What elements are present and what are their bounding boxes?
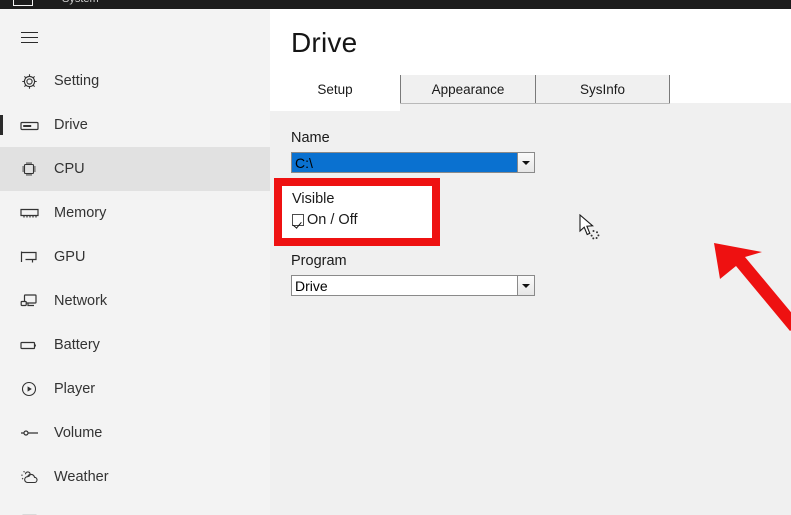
tab-sysinfo[interactable]: SysInfo <box>536 75 670 103</box>
chevron-down-glyph <box>522 160 530 165</box>
program-icon <box>10 502 48 515</box>
cpu-icon <box>10 150 48 188</box>
chevron-down-glyph <box>522 283 530 288</box>
chevron-down-icon[interactable] <box>517 153 534 172</box>
visible-label: Visible <box>292 191 335 207</box>
sidebar-item-cpu[interactable]: CPU <box>0 147 270 191</box>
sidebar-item-label: GPU <box>54 249 86 265</box>
sidebar-item-gpu[interactable]: GPU <box>0 235 270 279</box>
busy-cursor-icon <box>579 214 600 240</box>
sidebar-item-player[interactable]: Player <box>0 367 270 411</box>
sidebar-item-memory[interactable]: Memory <box>0 191 270 235</box>
hamburger-bars <box>20 31 38 43</box>
visible-checkbox-label: On / Off <box>307 212 358 228</box>
hamburger-icon[interactable] <box>8 18 50 56</box>
sidebar-item-drive[interactable]: Drive <box>0 103 270 147</box>
visible-checkbox[interactable] <box>292 214 304 226</box>
tab-strip: Setup Appearance SysInfo <box>270 75 670 103</box>
program-combobox[interactable]: Drive <box>291 275 535 296</box>
main-content: Drive Setup Appearance SysInfo Name C:\ … <box>270 9 791 515</box>
drive-icon <box>10 106 48 144</box>
sidebar-item-label: Volume <box>54 425 103 441</box>
tab-active-connector <box>270 102 400 111</box>
memory-icon <box>10 194 48 232</box>
sidebar-item-label: Player <box>54 381 96 397</box>
window-title: System <box>62 0 99 5</box>
sidebar-item-label: Battery <box>54 337 100 353</box>
sidebar-item-label: Network <box>54 293 108 309</box>
sidebar-item-setting[interactable]: Setting <box>0 59 270 103</box>
sidebar-item-label: Setting <box>54 73 100 89</box>
selection-indicator <box>0 115 3 135</box>
visible-checkbox-row[interactable]: On / Off <box>292 212 358 228</box>
player-icon <box>10 370 48 408</box>
sidebar-item-volume[interactable]: Volume <box>0 411 270 455</box>
sidebar: Setting Drive CPU Memory GPU Network Bat… <box>0 9 270 515</box>
volume-icon <box>10 414 48 452</box>
window-titlebar: System <box>0 0 791 9</box>
sidebar-nav-list: Setting Drive CPU Memory GPU Network Bat… <box>0 59 270 515</box>
name-combobox[interactable]: C:\ <box>291 152 535 173</box>
network-icon <box>10 282 48 320</box>
sidebar-item-label: Memory <box>54 205 107 221</box>
sidebar-item-network[interactable]: Network <box>0 279 270 323</box>
sidebar-item-program[interactable]: Program <box>0 499 270 515</box>
tab-appearance[interactable]: Appearance <box>401 75 536 103</box>
sidebar-item-battery[interactable]: Battery <box>0 323 270 367</box>
annotation-arrow-up-left-icon <box>714 243 791 331</box>
battery-icon <box>10 326 48 364</box>
gpu-icon <box>10 238 48 276</box>
window-icon <box>13 0 33 6</box>
name-combobox-value[interactable]: C:\ <box>292 153 517 172</box>
tab-setup[interactable]: Setup <box>270 75 401 103</box>
program-label: Program <box>291 253 347 269</box>
page-title: Drive <box>291 27 358 58</box>
gear-icon <box>10 62 48 100</box>
chevron-down-icon[interactable] <box>517 276 534 295</box>
sidebar-item-label: Drive <box>54 117 88 133</box>
sidebar-item-weather[interactable]: Weather <box>0 455 270 499</box>
sidebar-item-label: Weather <box>54 469 109 485</box>
name-label: Name <box>291 130 330 146</box>
weather-icon <box>10 458 48 496</box>
program-combobox-value[interactable]: Drive <box>292 276 517 295</box>
sidebar-item-label: CPU <box>54 161 85 177</box>
